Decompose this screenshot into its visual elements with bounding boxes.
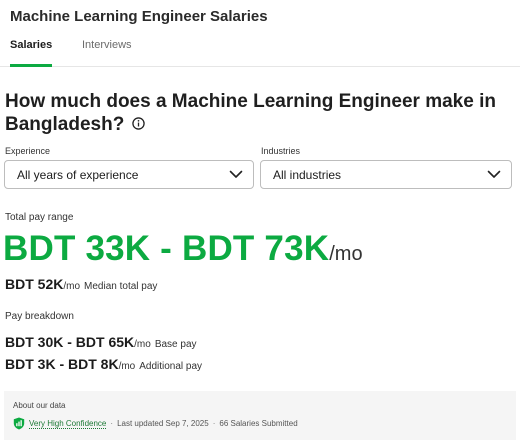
additional-pay-row: BDT 3K - BDT 8K/mo Additional pay xyxy=(5,356,202,374)
total-pay-range: BDT 33K - BDT 73K/mo xyxy=(3,229,363,269)
about-data-title: About our data xyxy=(13,401,66,410)
experience-select[interactable]: All years of experience xyxy=(4,160,254,189)
base-pay-row: BDT 30K - BDT 65K/mo Base pay xyxy=(5,334,197,352)
additional-pay-label: Additional pay xyxy=(139,361,203,372)
additional-pay-unit: /mo xyxy=(118,361,136,372)
tab-bar: Salaries Interviews xyxy=(0,34,520,67)
experience-value: All years of experience xyxy=(17,167,139,182)
total-pay-range-value: BDT 33K - BDT 73K xyxy=(3,229,330,268)
base-pay-label: Base pay xyxy=(154,339,197,350)
base-pay-unit: /mo xyxy=(134,339,151,350)
median-pay-value: BDT 52K xyxy=(5,276,64,292)
tab-interviews[interactable]: Interviews xyxy=(82,39,132,51)
total-pay-range-unit: /mo xyxy=(329,243,363,265)
median-pay-row: BDT 52K/mo Median total pay xyxy=(5,276,157,294)
confidence-shield-icon xyxy=(13,417,25,430)
chevron-down-icon xyxy=(487,170,501,178)
question-text: How much does a Machine Learning Enginee… xyxy=(5,91,496,135)
total-pay-label: Total pay range xyxy=(5,212,74,223)
page-question: How much does a Machine Learning Enginee… xyxy=(5,90,505,136)
chevron-down-icon xyxy=(229,170,243,178)
about-data-line: Very High Confidence · Last updated Sep … xyxy=(13,417,298,430)
about-data-panel: About our data Very High Confidence · La… xyxy=(4,391,516,440)
separator-dot: · xyxy=(212,419,216,428)
confidence-link[interactable]: Very High Confidence xyxy=(29,419,107,429)
pay-breakdown-label: Pay breakdown xyxy=(5,311,74,322)
industries-value: All industries xyxy=(273,167,342,182)
industries-label: Industries xyxy=(261,146,301,156)
info-icon[interactable] xyxy=(131,113,145,136)
median-pay-label: Median total pay xyxy=(84,281,158,292)
base-pay-value: BDT 30K - BDT 65K xyxy=(5,334,135,350)
tab-salaries[interactable]: Salaries xyxy=(10,39,53,67)
page-header-title: Machine Learning Engineer Salaries xyxy=(10,8,268,25)
median-pay-unit: /mo xyxy=(63,281,81,292)
industries-select[interactable]: All industries xyxy=(260,160,512,189)
experience-label: Experience xyxy=(5,146,51,156)
separator-dot: · xyxy=(110,419,114,428)
last-updated-text: Last updated Sep 7, 2025 xyxy=(117,419,209,428)
additional-pay-value: BDT 3K - BDT 8K xyxy=(5,356,119,372)
salaries-submitted-text: 66 Salaries Submitted xyxy=(219,419,298,428)
